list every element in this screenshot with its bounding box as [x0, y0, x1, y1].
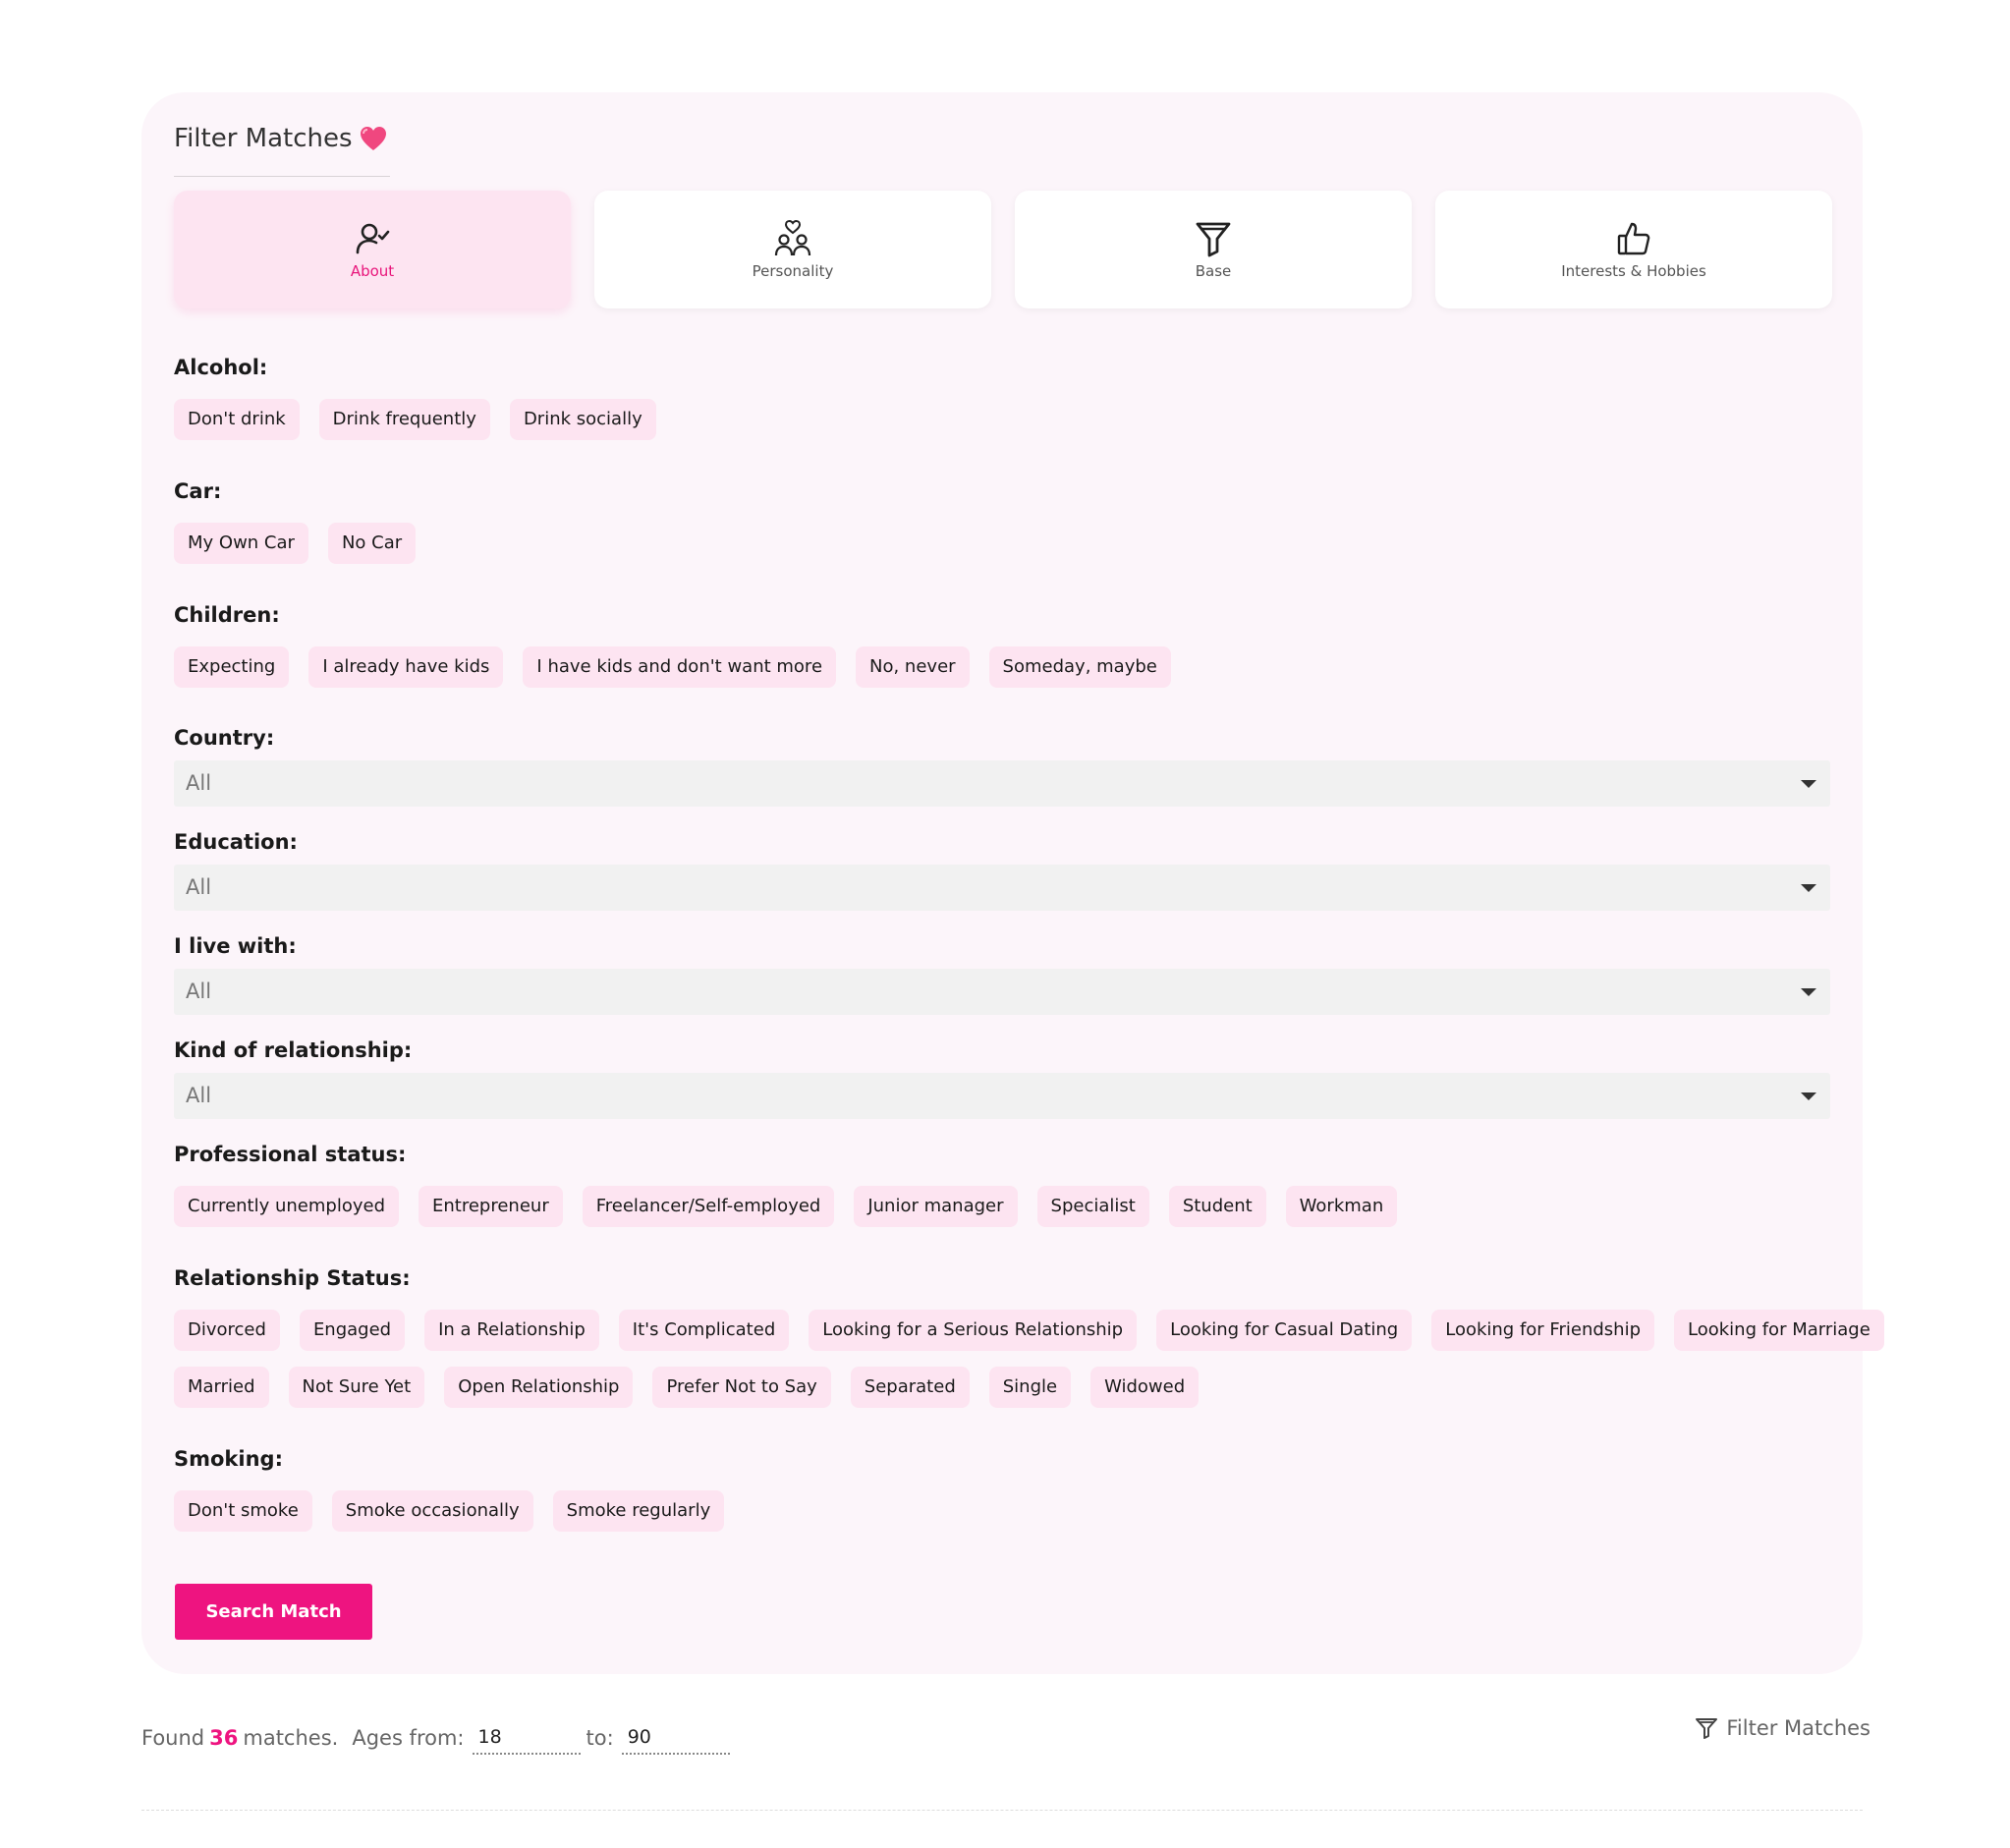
chip-someday-maybe[interactable]: Someday, maybe — [988, 646, 1171, 688]
filter-tabs: About Personality Base Interests & Hobbi… — [174, 191, 1832, 308]
relationship-status-options-row2: Married Not Sure Yet Open Relationship P… — [174, 1367, 1200, 1408]
chip-dont-smoke[interactable]: Don't smoke — [174, 1490, 312, 1532]
chip-married[interactable]: Married — [174, 1367, 269, 1408]
couple-heart-icon — [774, 219, 811, 256]
ages-from-label: Ages from: — [352, 1726, 465, 1750]
chip-widowed[interactable]: Widowed — [1090, 1367, 1200, 1408]
chip-in-relationship[interactable]: In a Relationship — [424, 1310, 599, 1351]
panel-title: Filter Matches — [174, 124, 388, 153]
alcohol-label: Alcohol: — [174, 356, 268, 379]
chip-student[interactable]: Student — [1168, 1186, 1266, 1227]
tab-personality[interactable]: Personality — [594, 191, 991, 308]
children-label: Children: — [174, 603, 280, 627]
relationship-kind-label: Kind of relationship: — [174, 1038, 413, 1062]
car-options: My Own Car No Car — [174, 523, 417, 564]
chip-own-car[interactable]: My Own Car — [174, 523, 308, 564]
live-with-label: I live with: — [174, 934, 297, 958]
tab-about-label: About — [350, 262, 395, 280]
chip-no-more-kids[interactable]: I have kids and don't want more — [523, 646, 837, 688]
professional-label: Professional status: — [174, 1143, 407, 1166]
chip-junior-manager[interactable]: Junior manager — [854, 1186, 1018, 1227]
chip-smoke-occasionally[interactable]: Smoke occasionally — [331, 1490, 533, 1532]
country-select[interactable]: All — [174, 760, 1830, 807]
chip-specialist[interactable]: Specialist — [1036, 1186, 1149, 1227]
filter-matches-link[interactable]: Filter Matches — [1695, 1716, 1870, 1740]
caret-down-icon — [1801, 988, 1816, 996]
match-count: 36 — [209, 1726, 239, 1750]
education-select-value: All — [186, 875, 212, 899]
chip-casual-dating[interactable]: Looking for Casual Dating — [1156, 1310, 1413, 1351]
chip-not-sure[interactable]: Not Sure Yet — [288, 1367, 425, 1408]
chip-drink-socially[interactable]: Drink socially — [509, 399, 656, 440]
chip-single[interactable]: Single — [988, 1367, 1072, 1408]
chip-drink-frequently[interactable]: Drink frequently — [318, 399, 490, 440]
filter-matches-link-label: Filter Matches — [1726, 1716, 1870, 1740]
country-select-value: All — [186, 771, 212, 795]
age-to-input[interactable] — [621, 1721, 730, 1755]
professional-options: Currently unemployed Entrepreneur Freela… — [174, 1186, 1398, 1227]
chip-expecting[interactable]: Expecting — [174, 646, 290, 688]
age-from-input[interactable] — [472, 1721, 581, 1755]
chip-engaged[interactable]: Engaged — [299, 1310, 406, 1351]
country-label: Country: — [174, 726, 275, 750]
live-with-select[interactable]: All — [174, 969, 1830, 1015]
chip-divorced[interactable]: Divorced — [174, 1310, 280, 1351]
title-divider — [174, 176, 390, 177]
children-options: Expecting I already have kids I have kid… — [174, 646, 1171, 688]
chip-serious-relationship[interactable]: Looking for a Serious Relationship — [809, 1310, 1138, 1351]
chip-no-never[interactable]: No, never — [856, 646, 970, 688]
education-select[interactable]: All — [174, 865, 1830, 911]
thumbs-up-icon — [1617, 222, 1650, 255]
funnel-icon — [1196, 222, 1231, 257]
relationship-status-label: Relationship Status: — [174, 1266, 411, 1290]
tab-interests[interactable]: Interests & Hobbies — [1435, 191, 1832, 308]
chip-friendship[interactable]: Looking for Friendship — [1431, 1310, 1654, 1351]
heart-icon — [359, 125, 388, 152]
bottom-divider — [141, 1810, 1863, 1811]
relationship-kind-select[interactable]: All — [174, 1073, 1830, 1119]
chip-dont-drink[interactable]: Don't drink — [174, 399, 300, 440]
education-label: Education: — [174, 830, 298, 854]
chip-marriage[interactable]: Looking for Marriage — [1674, 1310, 1884, 1351]
chip-smoke-regularly[interactable]: Smoke regularly — [552, 1490, 725, 1532]
caret-down-icon — [1801, 884, 1816, 892]
caret-down-icon — [1801, 780, 1816, 788]
filter-panel: Filter Matches About Personality Base In… — [141, 92, 1884, 1674]
chip-open-relationship[interactable]: Open Relationship — [444, 1367, 634, 1408]
found-suffix: matches. — [243, 1726, 339, 1750]
tab-about[interactable]: About — [174, 191, 571, 308]
car-label: Car: — [174, 479, 222, 503]
tab-base-label: Base — [1195, 262, 1232, 280]
chip-entrepreneur[interactable]: Entrepreneur — [419, 1186, 563, 1227]
tab-interests-label: Interests & Hobbies — [1561, 262, 1706, 280]
chip-separated[interactable]: Separated — [850, 1367, 970, 1408]
chip-prefer-not-say[interactable]: Prefer Not to Say — [652, 1367, 831, 1408]
chip-complicated[interactable]: It's Complicated — [618, 1310, 790, 1351]
caret-down-icon — [1801, 1092, 1816, 1100]
funnel-icon — [1696, 1718, 1718, 1739]
chip-workman[interactable]: Workman — [1285, 1186, 1398, 1227]
panel-title-text: Filter Matches — [174, 124, 353, 153]
search-match-button[interactable]: Search Match — [175, 1584, 372, 1640]
smoking-options: Don't smoke Smoke occasionally Smoke reg… — [174, 1490, 725, 1532]
tab-personality-label: Personality — [752, 262, 834, 280]
chip-already-have-kids[interactable]: I already have kids — [308, 646, 504, 688]
chip-no-car[interactable]: No Car — [327, 523, 417, 564]
results-summary: Found 36 matches. Ages from: to: — [141, 1721, 730, 1755]
smoking-label: Smoking: — [174, 1447, 283, 1471]
chip-freelancer[interactable]: Freelancer/Self-employed — [582, 1186, 835, 1227]
relationship-kind-select-value: All — [186, 1084, 212, 1107]
age-to-label: to: — [586, 1726, 614, 1750]
user-check-icon — [356, 223, 390, 254]
found-prefix: Found — [141, 1726, 205, 1750]
chip-unemployed[interactable]: Currently unemployed — [174, 1186, 399, 1227]
tab-base[interactable]: Base — [1015, 191, 1412, 308]
live-with-select-value: All — [186, 980, 212, 1003]
relationship-status-options-row1: Divorced Engaged In a Relationship It's … — [174, 1310, 1884, 1351]
alcohol-options: Don't drink Drink frequently Drink socia… — [174, 399, 656, 440]
